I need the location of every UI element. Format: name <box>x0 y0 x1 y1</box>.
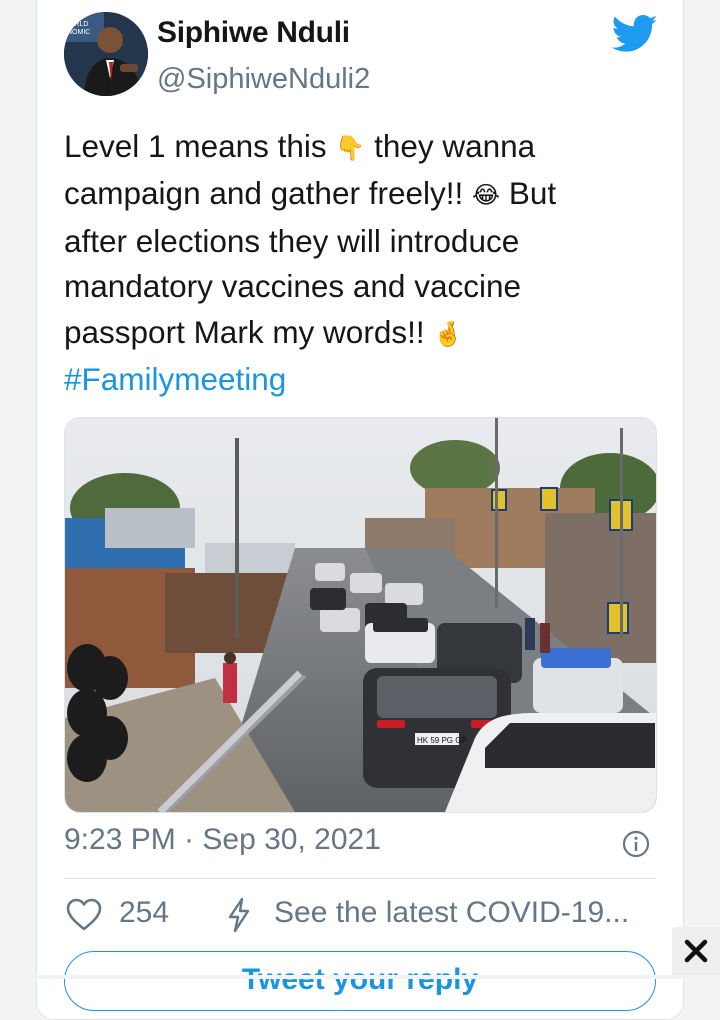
tweet-reply-button[interactable]: Tweet your reply <box>64 951 656 1011</box>
author-handle[interactable]: @SiphiweNduli2 <box>157 63 370 96</box>
bolt-icon <box>228 897 250 933</box>
tweet-line: passport Mark my words!! 🤞 <box>64 310 644 357</box>
author-name[interactable]: Siphiwe Nduli <box>157 16 350 50</box>
tweet-timestamp[interactable]: 9:23 PM · Sep 30, 2021 <box>64 823 381 857</box>
covid-info-link[interactable]: See the latest COVID-19... <box>274 896 629 930</box>
tweet-line: Level 1 means this 👇 they wanna <box>64 124 644 171</box>
tweet-text: Level 1 means this 👇 they wanna campaign… <box>64 124 644 403</box>
twitter-bird-icon[interactable] <box>612 14 658 54</box>
tweet-line: campaign and gather freely!! 😂 But <box>64 171 644 218</box>
pointing-down-emoji-icon: 👇 <box>335 134 366 162</box>
license-plate: HK 59 PG GP <box>417 736 467 745</box>
tweet-text-segment: But <box>508 175 557 212</box>
page-bottom-strip <box>0 975 720 979</box>
street-motorcade-image: HK 59 PG GP <box>65 418 656 812</box>
tweet-text-segment: they wanna <box>374 128 536 164</box>
heart-icon[interactable] <box>66 898 102 932</box>
tweet-line: after elections they will introduce <box>64 222 520 259</box>
close-button[interactable] <box>672 927 720 975</box>
info-icon[interactable] <box>622 830 650 858</box>
tweet-line: mandatory vaccines and vaccine <box>64 268 521 305</box>
avatar-photo: ORLD NOMIC <box>64 12 148 96</box>
hashtag-link[interactable]: #Familymeeting <box>64 357 644 403</box>
tweet-text-segment: passport Mark my words!! <box>64 313 425 350</box>
tweet-photo[interactable]: HK 59 PG GP <box>64 417 657 813</box>
tweet-text-segment: campaign and gather freely!! <box>64 175 464 212</box>
divider <box>64 878 656 879</box>
svg-text:NOMIC: NOMIC <box>67 29 90 36</box>
tears-of-joy-emoji-icon: 😂 <box>472 182 501 210</box>
crossed-fingers-emoji-icon: 🤞 <box>433 320 464 348</box>
avatar[interactable]: ORLD NOMIC <box>64 12 148 96</box>
like-count[interactable]: 254 <box>119 896 169 930</box>
close-icon <box>684 939 708 963</box>
tweet-text-segment: Level 1 means this <box>64 128 327 164</box>
